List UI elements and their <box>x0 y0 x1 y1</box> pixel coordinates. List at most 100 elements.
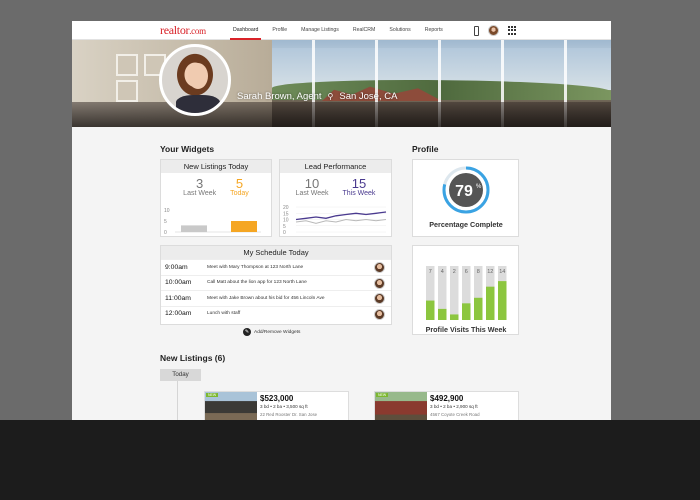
this-week-value: 15 <box>351 176 367 191</box>
widget-title: Lead Performance <box>280 160 391 173</box>
y-tick-label: 5 <box>283 224 286 230</box>
agent-location: San Jose, CA <box>339 91 398 102</box>
nav-profile[interactable]: Profile <box>265 21 294 40</box>
wall-picture <box>116 80 138 102</box>
day-label: S <box>501 321 504 322</box>
nav-realcrm[interactable]: RealCRM <box>346 21 382 40</box>
this-week-label: This Week <box>342 190 376 197</box>
schedule-desc: Lunch with staff <box>207 311 241 317</box>
contact-avatar[interactable] <box>374 293 385 304</box>
schedule-item[interactable]: 10:00am Call Matt about the lion app for… <box>161 274 391 291</box>
nav-links: Dashboard Profile Manage Listings RealCR… <box>226 21 450 40</box>
top-nav: realtor.com Dashboard Profile Manage Lis… <box>72 21 611 40</box>
today-label: Today <box>230 190 249 197</box>
timeline-line <box>177 381 178 420</box>
listing-photo[interactable]: NEW <box>375 392 427 420</box>
bar-value-label: 14 <box>499 269 505 275</box>
bar-value-label: 2 <box>453 269 456 275</box>
bar <box>181 225 207 232</box>
gauge-value: 79 <box>455 183 473 200</box>
bar-value-label: 4 <box>441 269 444 275</box>
listing-specs: 3 bd • 2 ba • 2,900 sq ft <box>430 404 478 409</box>
bar <box>450 314 459 320</box>
contact-avatar[interactable] <box>374 308 385 320</box>
day-label: T <box>441 321 444 322</box>
bar <box>486 286 495 320</box>
listing-card[interactable]: NEW $492,900 3 bd • 2 ba • 2,900 sq ft 4… <box>374 391 519 420</box>
schedule-widget[interactable]: My Schedule Today 9:00am Meet with Mary … <box>160 245 392 325</box>
day-label: F <box>477 321 480 322</box>
add-remove-widgets-link[interactable]: ✎ Add/Remove Widgets <box>243 328 300 336</box>
agent-name: Sarah Brown, Agent <box>237 91 322 102</box>
bar <box>438 308 447 320</box>
new-listings-widget[interactable]: New Listings Today 3 Last Week 5 Today 1… <box>160 159 272 237</box>
schedule-desc: Call Matt about the lion app for 123 Nor… <box>207 280 307 286</box>
schedule-item[interactable]: 12:00am Lunch with staff <box>161 305 391 322</box>
widget-title: My Schedule Today <box>161 246 391 259</box>
schedule-desc: Meet with Jake Brown about his bid for 4… <box>207 295 325 301</box>
bar <box>231 221 257 232</box>
pencil-icon: ✎ <box>243 328 251 336</box>
bottom-dark-band <box>0 420 700 500</box>
nav-manage-listings[interactable]: Manage Listings <box>294 21 346 40</box>
tab-today[interactable]: Today <box>160 369 201 381</box>
bar-value-label: 6 <box>465 269 468 275</box>
widget-title: New Listings Today <box>161 160 271 173</box>
new-badge: NEW <box>206 393 219 397</box>
nav-reports[interactable]: Reports <box>418 21 450 40</box>
interior-floor <box>72 102 611 127</box>
percentage-gauge: 79% <box>442 166 490 214</box>
contact-avatar[interactable] <box>374 262 385 273</box>
schedule-time: 12:00am <box>165 310 192 318</box>
nav-icons <box>474 25 517 36</box>
user-avatar[interactable] <box>488 25 499 36</box>
profile-visits-bar-chart: 7 M 4 T 2 W 6 T 8 F 12 S 14 S <box>426 266 507 322</box>
schedule-time: 11:00am <box>165 294 191 302</box>
day-label: W <box>452 321 457 322</box>
nav-solutions[interactable]: Solutions <box>382 21 417 40</box>
schedule-item[interactable]: 9:00am Meet with Mary Thompson at 123 No… <box>161 259 391 275</box>
phone-icon[interactable] <box>474 25 479 36</box>
listing-address: 22 Red Rooster Dr. San Jose <box>260 412 318 417</box>
bar-value-label: 12 <box>487 269 493 275</box>
listing-specs: 3 bd • 2 ba • 3,500 sq ft <box>260 404 308 409</box>
last-week-label: Last Week <box>295 190 329 197</box>
day-label: S <box>489 321 492 322</box>
profile-visits-label: Profile Visits This Week <box>425 325 507 334</box>
bar <box>498 281 507 320</box>
listing-photo[interactable]: NEW <box>205 392 257 420</box>
y-tick-label: 0 <box>164 230 167 236</box>
realtor-logo[interactable]: realtor.com <box>160 23 206 38</box>
apps-grid-icon[interactable] <box>508 26 517 35</box>
agent-profile-photo[interactable] <box>159 44 231 116</box>
bar-value-label: 8 <box>477 269 480 275</box>
last-week-value: 3 <box>196 176 204 191</box>
schedule-time: 9:00am <box>165 263 188 271</box>
listing-price: $523,000 <box>260 394 294 403</box>
percentage-complete-label: Percentage Complete <box>429 220 503 229</box>
new-badge: NEW <box>376 393 389 397</box>
new-listings-title: New Listings (6) <box>160 353 226 363</box>
logo-suffix: .com <box>189 26 206 36</box>
widgets-title: Your Widgets <box>160 144 215 154</box>
profile-hero-banner <box>72 40 611 127</box>
last-week-line <box>295 218 387 224</box>
profile-visits-widget[interactable]: 7 M 4 T 2 W 6 T 8 F 12 S 14 S Profile Visits This Wee… <box>412 245 519 335</box>
add-remove-label: Add/Remove Widgets <box>254 329 301 335</box>
schedule-time: 10:00am <box>165 279 192 287</box>
agent-name-location: Sarah Brown, Agent ⚲ San Jose, CA <box>237 91 397 102</box>
lead-performance-widget[interactable]: Lead Performance 10 Last Week 15 This We… <box>279 159 392 237</box>
profile-completion-widget[interactable]: 79% Percentage Complete <box>412 159 519 237</box>
y-tick-label: 20 <box>283 205 289 211</box>
gauge-percent-sign: % <box>476 184 482 190</box>
contact-avatar[interactable] <box>374 277 385 289</box>
schedule-desc: Meet with Mary Thompson at 123 North Lan… <box>207 264 304 270</box>
wall-picture <box>116 54 138 76</box>
nav-dashboard[interactable]: Dashboard <box>226 21 265 40</box>
schedule-item[interactable]: 11:00am Meet with Jake Brown about his b… <box>161 290 391 306</box>
listing-card[interactable]: NEW $523,000 3 bd • 2 ba • 3,500 sq ft 2… <box>204 391 349 420</box>
day-label: T <box>465 321 468 322</box>
last-week-value: 10 <box>304 176 320 191</box>
dashboard-window: realtor.com Dashboard Profile Manage Lis… <box>72 21 611 420</box>
new-listings-bar-chart: 10 5 0 <box>164 208 261 236</box>
